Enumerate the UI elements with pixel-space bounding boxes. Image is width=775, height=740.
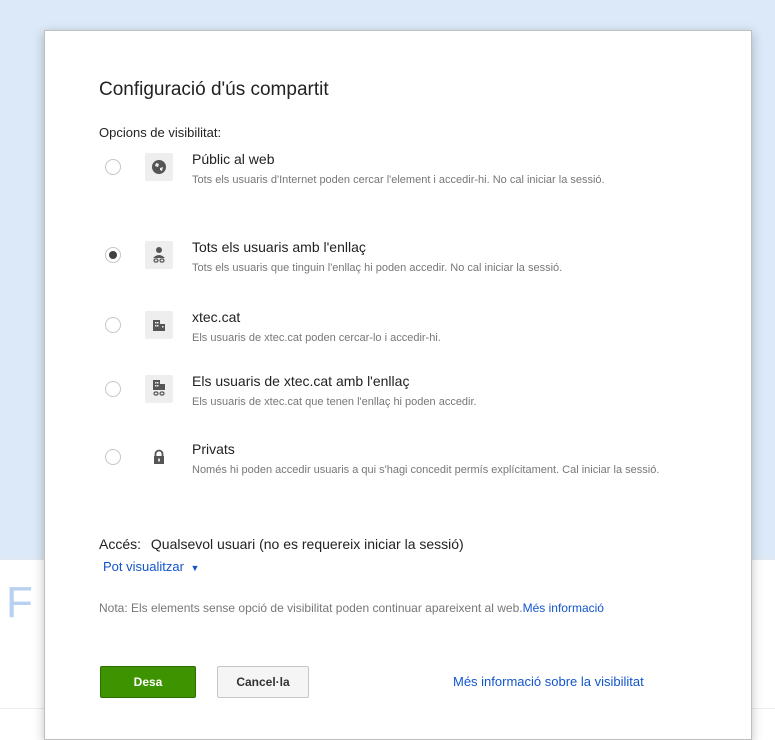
option-description: Tots els usuaris d'Internet poden cercar… bbox=[192, 174, 605, 186]
globe-icon bbox=[145, 153, 173, 181]
permission-dropdown[interactable]: Pot visualitzar ▼ bbox=[103, 559, 199, 574]
dialog-title: Configuració d'ús compartit bbox=[99, 79, 329, 100]
sharing-settings-dialog: Configuració d'ús compartit Opcions de v… bbox=[44, 30, 752, 740]
radio-private[interactable] bbox=[105, 449, 121, 465]
lock-icon bbox=[145, 443, 173, 471]
option-description: Només hi poden accedir usuaris a qui s'h… bbox=[192, 464, 660, 476]
access-summary: Accés: Qualsevol usuari (no es requereix… bbox=[99, 536, 464, 552]
building-link-icon bbox=[145, 375, 173, 403]
caret-down-icon: ▼ bbox=[190, 562, 200, 573]
cancel-button[interactable]: Cancel·la bbox=[217, 666, 309, 698]
radio-public[interactable] bbox=[105, 159, 121, 175]
access-value: Qualsevol usuari (no es requereix inicia… bbox=[150, 536, 464, 552]
backdrop-partial-text: F bbox=[6, 578, 33, 627]
visibility-options-label: Opcions de visibilitat: bbox=[99, 125, 222, 140]
option-title: Els usuaris de xtec.cat amb l'enllaç bbox=[192, 373, 410, 389]
permission-dropdown-label: Pot visualitzar bbox=[103, 559, 184, 574]
more-info-link[interactable]: Més informació bbox=[523, 601, 604, 615]
option-title: xtec.cat bbox=[192, 309, 241, 325]
option-description: Els usuaris de xtec.cat poden cercar-lo … bbox=[192, 332, 441, 344]
radio-domain-with-link[interactable] bbox=[105, 381, 121, 397]
radio-anyone-with-link[interactable] bbox=[105, 247, 121, 263]
option-title: Privats bbox=[192, 441, 235, 457]
option-description: Els usuaris de xtec.cat que tenen l'enll… bbox=[192, 396, 477, 408]
radio-domain[interactable] bbox=[105, 317, 121, 333]
option-description: Tots els usuaris que tinguin l'enllaç hi… bbox=[192, 262, 563, 274]
visibility-info-link[interactable]: Més informació sobre la visibilitat bbox=[453, 674, 644, 689]
building-icon bbox=[145, 311, 173, 339]
note-text: Nota: Els elements sense opció de visibi… bbox=[99, 601, 523, 615]
option-title: Públic al web bbox=[192, 151, 275, 167]
option-title: Tots els usuaris amb l'enllaç bbox=[192, 239, 366, 255]
person-link-icon bbox=[145, 241, 173, 269]
access-label: Accés: bbox=[99, 536, 142, 552]
visibility-note: Nota: Els elements sense opció de visibi… bbox=[99, 599, 679, 617]
save-button[interactable]: Desa bbox=[100, 666, 196, 698]
